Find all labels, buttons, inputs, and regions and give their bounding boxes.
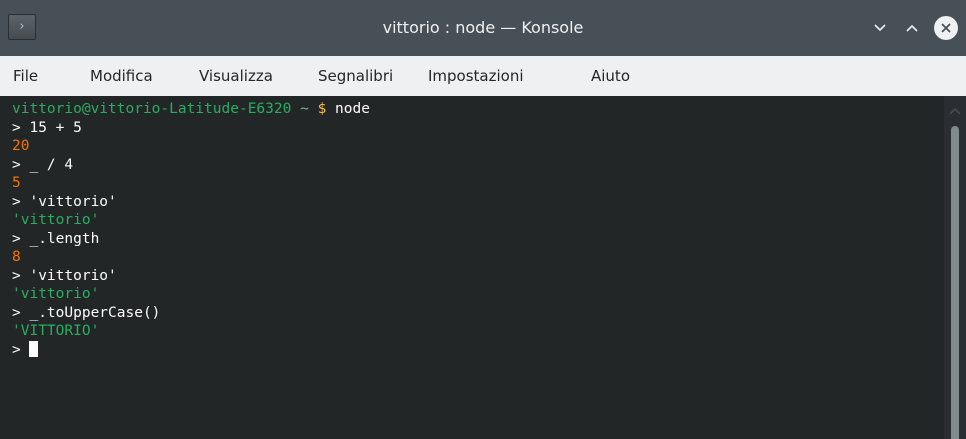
current-prompt: > [12,341,30,358]
menu-visualizza[interactable]: Visualizza [199,56,273,96]
title-bar[interactable]: › vittorio : node — Konsole [0,0,966,56]
repl-output-string: 'vittorio' [12,286,100,302]
maximize-button[interactable] [900,16,924,40]
repl-input-line: > _.length [12,230,100,247]
repl-input-line: > _ / 4 [12,156,74,173]
chevron-down-icon [874,24,886,32]
window-title: vittorio : node — Konsole [382,18,584,37]
menu-aiuto[interactable]: Aiuto [591,56,630,96]
terminal-output[interactable]: vittorio@vittorio-Latitude-E6320 ~ $ nod… [0,96,944,439]
chevron-up-icon[interactable] [949,106,961,116]
repl-output-string: 'VITTORIO' [12,323,100,339]
terminal-app-icon[interactable]: › [8,14,36,40]
text-cursor [29,340,39,357]
menu-file[interactable]: File [13,56,38,96]
menu-modifica[interactable]: Modifica [90,56,153,96]
scrollbar-thumb[interactable] [951,126,959,439]
chevron-up-icon [906,24,918,32]
close-icon [934,16,958,40]
vertical-scrollbar[interactable] [944,96,966,439]
prompt-host: vittorio@vittorio-Latitude-E6320 [12,101,292,117]
minimize-button[interactable] [868,16,892,40]
menu-bar: File Modifica Visualizza Segnalibri Impo… [0,56,966,96]
repl-output-string: 'vittorio' [12,212,100,228]
prompt-command: node [326,101,370,117]
repl-output-number: 5 [12,175,21,191]
shell-prompt-line: vittorio@vittorio-Latitude-E6320 ~ $ nod… [12,100,944,119]
close-button[interactable] [934,16,958,40]
repl-output-number: 20 [12,138,30,154]
repl-input-line: > 15 + 5 [12,119,82,136]
current-prompt-line[interactable]: > [12,340,944,360]
repl-lines: > 15 + 5 20 > _ / 4 5 > 'vittorio' 'vittorio'… [12,119,944,341]
repl-input-line: > 'vittorio' [12,193,117,210]
repl-output-number: 8 [12,249,21,265]
repl-input-line: > 'vittorio' [12,267,117,284]
prompt-path: ~ [291,101,318,117]
repl-input-line: > _.toUpperCase() [12,304,161,321]
menu-segnalibri[interactable]: Segnalibri [318,56,393,96]
prompt-symbol: $ [317,101,327,117]
menu-impostazioni[interactable]: Impostazioni [428,56,524,96]
konsole-window: › vittorio : node — Konsole File Modific… [0,0,966,439]
